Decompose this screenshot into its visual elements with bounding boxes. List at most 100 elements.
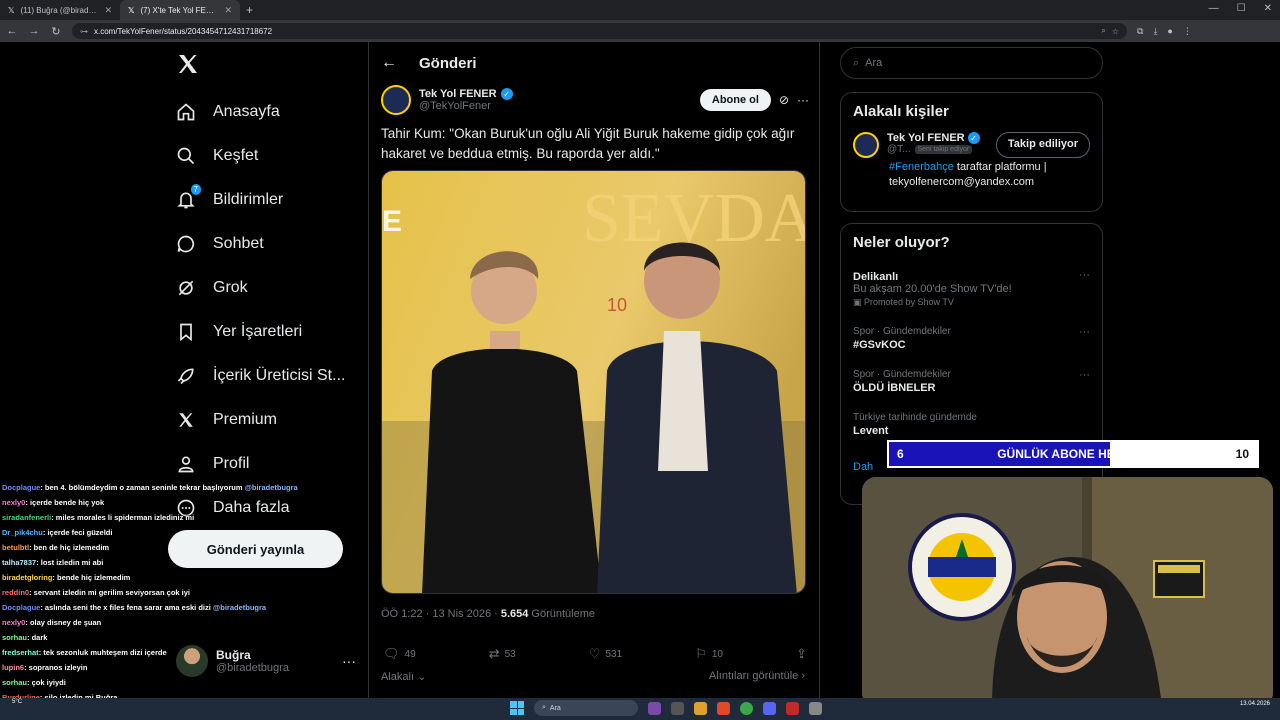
relevant-dropdown[interactable]: Alakalı ⌄ xyxy=(381,670,426,683)
forward-icon[interactable]: → xyxy=(28,25,40,37)
taskbar-app-icon[interactable] xyxy=(809,701,822,715)
chat-username[interactable]: sorhau xyxy=(2,633,27,642)
nav-grok[interactable]: Grok xyxy=(175,266,345,310)
site-info-icon[interactable]: ⊶ xyxy=(80,27,88,36)
download-icon[interactable]: ⤓ xyxy=(1153,26,1157,37)
profile-icon[interactable]: ● xyxy=(1167,26,1172,37)
related-handle: @T... xyxy=(887,144,911,155)
nav-label: Sohbet xyxy=(213,235,264,252)
grok-icon[interactable]: ⊘ xyxy=(779,93,789,107)
maximize-icon[interactable]: ☐ xyxy=(1237,3,1246,14)
chat-username[interactable]: reddin0 xyxy=(2,588,29,597)
extensions-icon[interactable]: ⧉ xyxy=(1137,26,1143,37)
taskbar-app-icon[interactable] xyxy=(648,701,661,715)
chat-icon xyxy=(175,233,197,255)
chat-text: : içerde feci güzeldi xyxy=(42,528,113,537)
address-bar[interactable]: ⊶ x.com/TekYolFener/status/2043454712431… xyxy=(72,23,1127,39)
trend-item[interactable]: Delikanlı Bu akşam 20.00'de Show TV'de! … xyxy=(841,263,1102,314)
close-tab-icon[interactable]: ✕ xyxy=(104,5,112,16)
close-tab-icon[interactable]: ✕ xyxy=(224,5,232,16)
nav-label: Anasayfa xyxy=(213,103,280,120)
repost-button[interactable]: ⇄ 53 xyxy=(489,646,516,662)
chat-username[interactable]: talha7837 xyxy=(2,558,36,567)
trend-item[interactable]: Spor · Gündemdekiler #GSvKOC ··· xyxy=(841,320,1102,357)
author-avatar[interactable] xyxy=(381,85,411,115)
nav-notifications[interactable]: 7 Bildirimler xyxy=(175,178,345,222)
author-name-row[interactable]: Tek Yol FENER ✓ xyxy=(419,88,513,100)
view-quotes-link[interactable]: Alıntıları görüntüle › xyxy=(709,670,805,683)
chat-username[interactable]: sorhau xyxy=(2,678,27,687)
tab-title: (7) X'te Tek Yol FENER: "Tahir K... xyxy=(140,5,218,15)
chat-username[interactable]: Docplague xyxy=(2,603,40,612)
browser-tab-2[interactable]: 𝕏 (7) X'te Tek Yol FENER: "Tahir K... ✕ xyxy=(120,0,240,20)
like-button[interactable]: ♡ 531 xyxy=(589,646,622,662)
system-tray[interactable]: 13.04.2026 xyxy=(1240,700,1270,708)
weather-widget[interactable]: 5°C xyxy=(12,699,22,705)
menu-icon[interactable]: ⋮ xyxy=(1183,26,1192,37)
chat-username[interactable]: nexly0 xyxy=(2,498,25,507)
reply-button[interactable]: 🗨 49 xyxy=(383,646,416,662)
related-name-row: Tek Yol FENER ✓ xyxy=(887,132,980,144)
chat-username[interactable]: lupin6 xyxy=(2,663,24,672)
nav-premium[interactable]: Premium xyxy=(175,398,345,442)
trend-item[interactable]: Türkiye tarihinde gündemde Levent xyxy=(841,406,1102,443)
bookmark-button[interactable]: ⚐ 10 xyxy=(695,646,723,662)
chevron-right-icon: › xyxy=(798,670,805,682)
trend-title: ÖLDÜ İBNELER xyxy=(853,382,936,394)
start-button[interactable] xyxy=(510,701,524,715)
chat-username[interactable]: nexly0 xyxy=(2,618,25,627)
subscribe-button[interactable]: Abone ol xyxy=(699,89,771,111)
following-button[interactable]: Takip ediliyor xyxy=(995,132,1090,158)
chat-username[interactable]: biradetgloring xyxy=(2,573,52,582)
author-handle[interactable]: @TekYolFener xyxy=(419,100,513,112)
windows-taskbar: 5°C ⌕ Ara 13.04.2026 xyxy=(0,698,1280,720)
brave-icon[interactable] xyxy=(717,701,730,715)
promoted-icon: ▣ xyxy=(853,297,865,307)
back-icon[interactable]: ← xyxy=(6,25,18,37)
chat-username[interactable]: Docplague xyxy=(2,483,40,492)
trend-item[interactable]: Spor · Gündemdekiler ÖLDÜ İBNELER ··· xyxy=(841,363,1102,400)
chat-message: talha7837: lost izledin mi abi xyxy=(2,555,362,570)
nav-creator-studio[interactable]: İçerik Üreticisi St... xyxy=(175,354,345,398)
more-icon[interactable]: ··· xyxy=(797,93,809,107)
close-window-icon[interactable]: ✕ xyxy=(1264,3,1272,14)
discord-icon[interactable] xyxy=(763,701,776,715)
chat-username[interactable]: fredserhat xyxy=(2,648,39,657)
post-image[interactable]: E SEVDAN 10 xyxy=(381,170,806,594)
chat-text: : dark xyxy=(27,633,48,642)
browser-tab-1[interactable]: 𝕏 (11) Buğra (@biradetbugra) / X ✕ xyxy=(0,0,120,20)
minimize-icon[interactable]: — xyxy=(1209,3,1219,14)
new-tab-icon[interactable]: + xyxy=(240,3,259,17)
zoom-icon[interactable]: ⌕ xyxy=(1101,26,1105,36)
post-actions: 🗨 49 ⇄ 53 ♡ 531 ⚐ 10 ⇪ xyxy=(383,646,807,662)
more-icon[interactable]: ··· xyxy=(1079,326,1090,338)
trend-context: Spor · Gündemdekiler xyxy=(853,326,951,337)
avatar[interactable] xyxy=(853,132,879,158)
file-explorer-icon[interactable] xyxy=(694,701,707,715)
nav-home[interactable]: Anasayfa xyxy=(175,90,345,134)
nav-explore[interactable]: Keşfet xyxy=(175,134,345,178)
share-button[interactable]: ⇪ xyxy=(796,646,807,662)
related-bio: #Fenerbahçe taraftar platformu | tekyolf… xyxy=(841,160,1102,200)
nav-chat[interactable]: Sohbet xyxy=(175,222,345,266)
more-icon[interactable]: ··· xyxy=(1079,269,1090,281)
taskbar-search[interactable]: ⌕ Ara xyxy=(534,700,638,716)
post-timestamp[interactable]: ÖÖ 1:22 · 13 Nis 2026 · xyxy=(381,608,501,620)
hashtag-link[interactable]: #Fenerbahçe xyxy=(889,161,954,173)
back-arrow-icon[interactable]: ← xyxy=(381,54,397,72)
chat-mention: @biradetbugra xyxy=(244,483,298,492)
x-logo-icon[interactable] xyxy=(176,52,200,76)
chat-username[interactable]: Dr_pik4chu xyxy=(2,528,43,537)
search-placeholder: Ara xyxy=(865,57,883,69)
nav-bookmarks[interactable]: Yer İşaretleri xyxy=(175,310,345,354)
taskbar-app-icon[interactable] xyxy=(671,701,684,715)
search-input[interactable]: ⌕ Ara xyxy=(840,47,1103,79)
taskbar-app-icon[interactable] xyxy=(786,701,799,715)
chrome-icon[interactable] xyxy=(740,701,753,715)
chat-username[interactable]: siradanfenerli xyxy=(2,513,51,522)
more-icon[interactable]: ··· xyxy=(1079,369,1090,381)
tab-title: (11) Buğra (@biradetbugra) / X xyxy=(20,5,98,15)
chat-username[interactable]: betulbtl xyxy=(2,543,29,552)
reload-icon[interactable]: ↻ xyxy=(50,25,62,38)
star-icon[interactable]: ☆ xyxy=(1112,27,1119,36)
